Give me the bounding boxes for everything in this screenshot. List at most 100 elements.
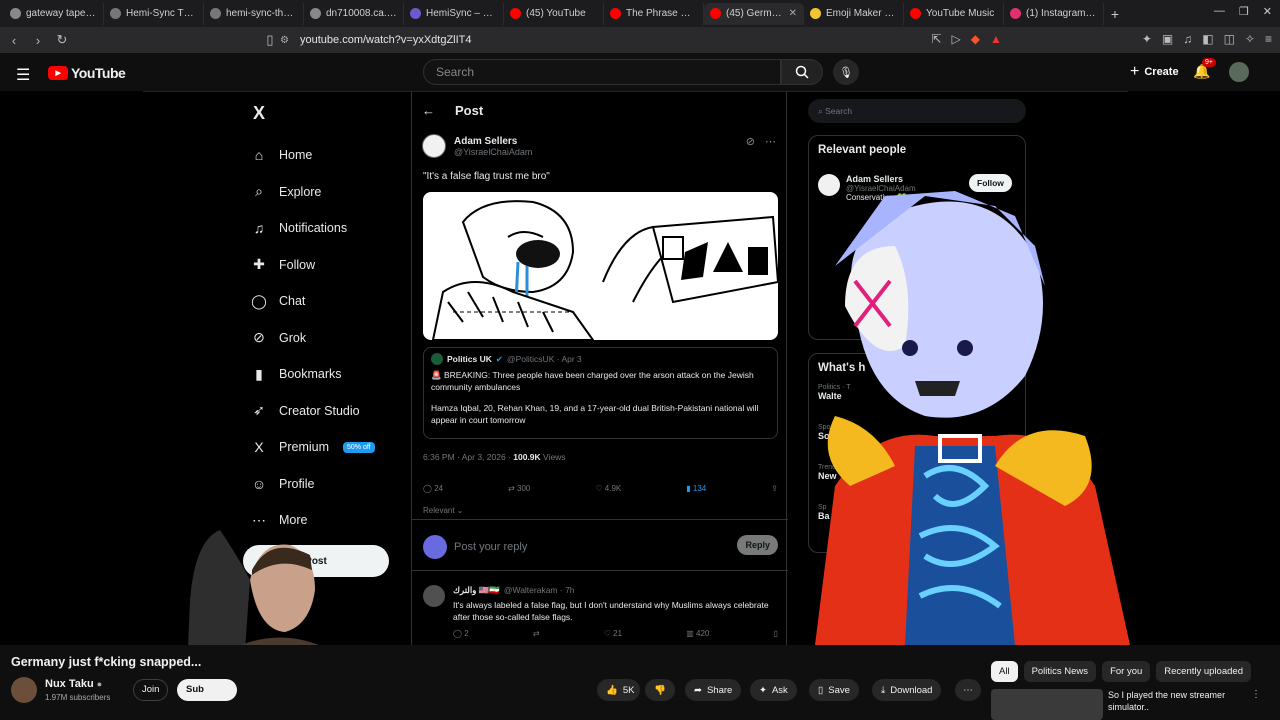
wallet-icon[interactable]: ▣: [1162, 32, 1173, 46]
meme-image[interactable]: [423, 192, 778, 340]
x-nav-item[interactable]: ➶ Creator Studio: [251, 393, 375, 430]
quoted-author-name[interactable]: Politics UK: [447, 354, 492, 364]
tab-favicon-icon: [910, 8, 921, 19]
site-info-icon[interactable]: ⚙: [280, 35, 300, 46]
bookmark-page-icon[interactable]: ▯: [260, 32, 280, 48]
reply-count: 24: [434, 484, 444, 493]
browser-tab[interactable]: hemi-sync-the-ga: [204, 2, 304, 25]
x-logo[interactable]: X: [253, 103, 265, 124]
leo-icon[interactable]: ✧: [1245, 32, 1255, 46]
extensions-icon[interactable]: ✦: [1142, 32, 1152, 46]
x-nav-item[interactable]: ♫ Notifications: [251, 210, 375, 247]
commenter-name[interactable]: والترك 🇺🇸🇮🇷: [453, 585, 500, 596]
vpn-icon[interactable]: ◫: [1224, 32, 1235, 46]
recommended-more-icon[interactable]: ⋮: [1251, 689, 1261, 700]
account-avatar[interactable]: [1229, 62, 1249, 82]
browser-tab[interactable]: (45) YouTube: [504, 2, 604, 25]
reply-button[interactable]: Reply: [737, 535, 778, 555]
back-icon[interactable]: ‹: [4, 33, 24, 48]
save-button[interactable]: ▯ Save: [809, 679, 859, 701]
browser-tab[interactable]: HemiSync – Binau: [404, 2, 504, 25]
reply-action[interactable]: ◯ 24: [423, 484, 443, 493]
youtube-logo[interactable]: ▶ YouTube: [48, 65, 126, 81]
x-nav-item[interactable]: ▮ Bookmarks: [251, 356, 375, 393]
browser-tab[interactable]: (45) Germany ✕: [704, 2, 804, 25]
x-nav-item[interactable]: X Premium 50% off: [251, 429, 375, 466]
back-arrow-icon[interactable]: ←: [422, 103, 435, 118]
address-bar[interactable]: ⚙ youtube.com/watch?v=yxXdtgZlIT4: [280, 31, 1000, 49]
author-avatar[interactable]: [422, 134, 446, 158]
ask-button[interactable]: ✦ Ask: [750, 679, 797, 701]
voice-search-button[interactable]: 🎙: [833, 59, 859, 85]
new-tab-button[interactable]: +: [1104, 6, 1126, 22]
x-nav-item[interactable]: ☺ Profile: [251, 466, 375, 503]
repost-action[interactable]: ⇄ 300: [508, 484, 530, 493]
recommended-thumbnail[interactable]: [991, 689, 1103, 720]
search-button[interactable]: [781, 59, 823, 85]
brave-shield-icon[interactable]: ◆: [971, 32, 980, 46]
filter-chip[interactable]: For you: [1102, 661, 1151, 682]
cast-icon[interactable]: ▷: [951, 32, 960, 46]
join-button[interactable]: Join: [133, 679, 169, 701]
filter-chip[interactable]: Recently uploaded: [1156, 661, 1251, 682]
quoted-post[interactable]: Politics UK ✔ @PoliticsUK · Apr 3 🚨 BREA…: [423, 347, 778, 439]
subscribe-button[interactable]: Sub: [177, 679, 237, 701]
grok-icon[interactable]: ⊘: [746, 135, 755, 148]
forward-icon[interactable]: ›: [28, 33, 48, 48]
commenter-avatar[interactable]: [423, 585, 445, 607]
comment-views-action[interactable]: ▥ 420: [686, 629, 709, 638]
browser-tab[interactable]: (1) Instagram • M: [1004, 2, 1104, 25]
comment-reply-action[interactable]: ◯ 2: [453, 629, 469, 638]
comment-like-action[interactable]: ♡ 21: [604, 629, 622, 638]
x-search-input[interactable]: ⌕ Search: [808, 99, 1026, 123]
author-name[interactable]: Adam Sellers: [454, 136, 532, 147]
media-icon[interactable]: ♫: [1183, 32, 1192, 46]
filter-chip[interactable]: Politics News: [1023, 661, 1097, 682]
browser-tab[interactable]: gateway tapes to: [4, 2, 104, 25]
download-button[interactable]: ⤓ Download: [872, 679, 942, 701]
post-author[interactable]: Adam Sellers @YisraelChaiAdam: [422, 134, 532, 158]
create-button[interactable]: + Create: [1120, 60, 1189, 84]
comment-bookmark-icon[interactable]: ▯: [774, 629, 778, 638]
x-nav-item[interactable]: ✚ Follow: [251, 247, 375, 284]
share-button[interactable]: ➦ Share: [685, 679, 742, 701]
open-external-icon[interactable]: ⇱: [931, 32, 941, 46]
like-button[interactable]: 👍 5K: [597, 679, 641, 701]
like-action[interactable]: ♡ 4.9K: [595, 484, 621, 493]
close-window-icon[interactable]: ✕: [1263, 5, 1272, 18]
bookmark-action[interactable]: ▮ 134: [686, 484, 706, 493]
sidebar-icon[interactable]: ◧: [1202, 32, 1213, 46]
filter-chip[interactable]: All: [991, 661, 1018, 682]
author-handle[interactable]: @YisraelChaiAdam: [454, 147, 532, 157]
x-nav-item[interactable]: ⌂ Home: [251, 137, 375, 174]
browser-tab[interactable]: Hemi-Sync The G: [104, 2, 204, 25]
quoted-avatar-icon: [431, 353, 443, 365]
share-icon[interactable]: ⇪: [771, 484, 778, 493]
channel-avatar[interactable]: [11, 677, 37, 703]
x-nav-item[interactable]: ◯ Chat: [251, 283, 375, 320]
reply-input[interactable]: Post your reply: [454, 541, 527, 553]
more-actions-button[interactable]: ⋯: [955, 679, 981, 701]
reply-sort[interactable]: Relevant ⌄: [423, 506, 464, 515]
comment-repost-icon[interactable]: ⇄: [533, 629, 540, 638]
reload-icon[interactable]: ↻: [52, 32, 72, 48]
dislike-button[interactable]: 👎: [645, 679, 675, 701]
browser-tab[interactable]: YouTube Music: [904, 2, 1004, 25]
channel-name[interactable]: Nux Taku ●: [45, 678, 102, 690]
minimize-icon[interactable]: —: [1214, 5, 1225, 18]
browser-tab[interactable]: Emoji Maker – Cre: [804, 2, 904, 25]
menu-icon[interactable]: ≡: [1265, 32, 1272, 46]
search-input[interactable]: Search: [423, 59, 781, 85]
x-nav-item[interactable]: ⌕ Explore: [251, 174, 375, 211]
recommended-title[interactable]: So I played the new streamer simulator..: [1108, 689, 1258, 713]
rewards-icon[interactable]: ▲: [990, 32, 1002, 46]
restore-icon[interactable]: ❐: [1239, 5, 1249, 18]
browser-tab[interactable]: dn710008.ca.arch: [304, 2, 404, 25]
close-tab-icon[interactable]: ✕: [789, 8, 797, 19]
x-nav-item[interactable]: ⊘ Grok: [251, 320, 375, 357]
menu-hamburger-icon[interactable]: ☰: [16, 65, 30, 85]
bookmark-count: 134: [692, 484, 707, 493]
more-options-icon[interactable]: ⋯: [765, 135, 776, 148]
browser-tab[interactable]: The Phrase No Go: [604, 2, 704, 25]
relevant-person-name[interactable]: Adam Sellers: [846, 174, 916, 184]
